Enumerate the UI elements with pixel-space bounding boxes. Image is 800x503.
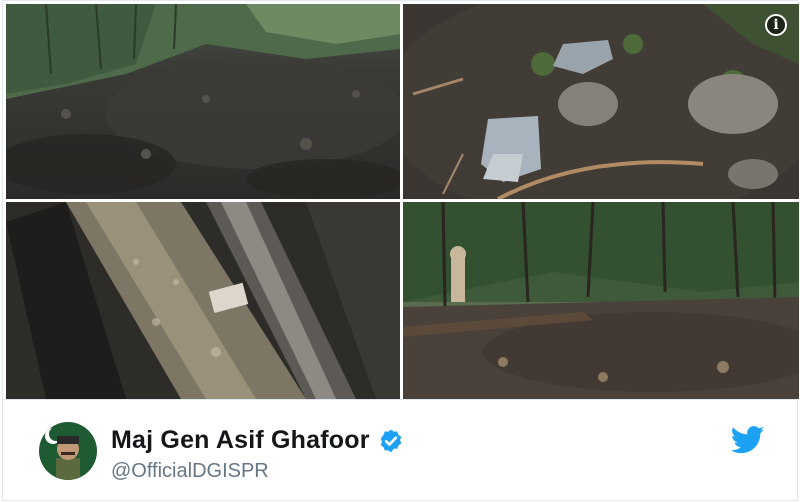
photo-3-wreckage[interactable] (6, 202, 400, 399)
avatar[interactable] (39, 422, 97, 480)
twitter-bird-icon[interactable] (731, 426, 765, 454)
tweet-author-section: Maj Gen Asif Ghafoor @OfficialDGISPR (3, 399, 797, 503)
photo-4-forest[interactable] (403, 202, 799, 399)
verified-badge-icon (380, 429, 401, 452)
author-handle[interactable]: @OfficialDGISPR (111, 460, 269, 483)
photo-1-hillside[interactable] (6, 4, 400, 199)
photo-grid: i (6, 4, 799, 399)
info-icon[interactable]: i (765, 14, 787, 36)
photo-2-debris[interactable]: i (403, 4, 799, 199)
embedded-tweet-card[interactable]: i Maj Gen Asif Ghafoor @OfficialDGISPR (2, 0, 799, 503)
author-name[interactable]: Maj Gen Asif Ghafoor (111, 426, 370, 455)
